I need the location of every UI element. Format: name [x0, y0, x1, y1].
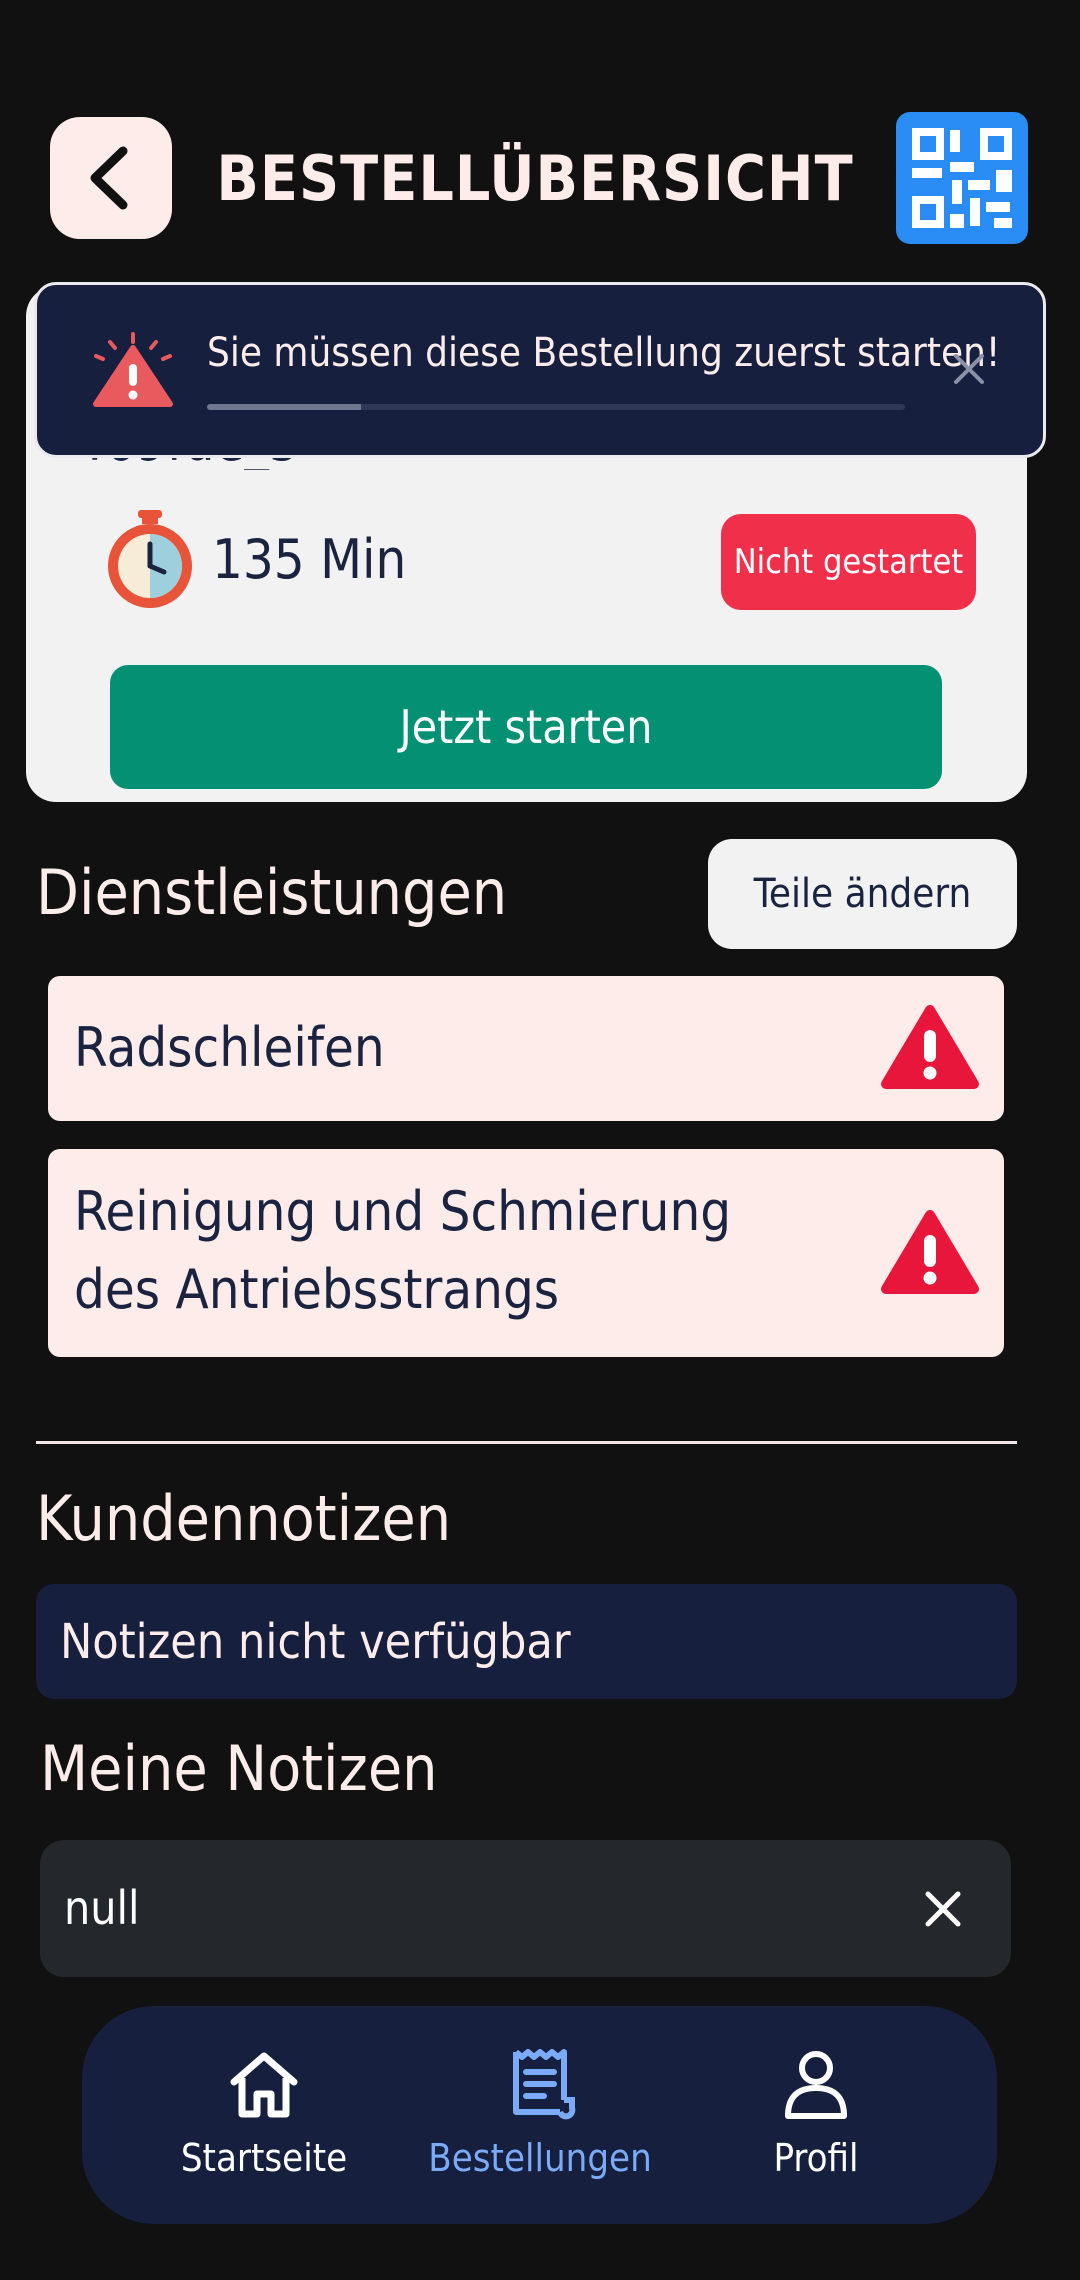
- my-notes-title: Meine Notizen: [40, 1732, 438, 1805]
- close-icon[interactable]: [944, 344, 994, 394]
- service-label: Reinigung und Schmierung: [74, 1180, 732, 1243]
- service-item[interactable]: Radschleifen: [48, 976, 1004, 1121]
- chevron-left-icon: [90, 146, 128, 210]
- user-icon: [785, 2051, 847, 2119]
- divider: [36, 1441, 1017, 1444]
- change-parts-button[interactable]: Teile ändern: [708, 839, 1017, 949]
- warning-icon: [881, 1210, 979, 1294]
- back-button[interactable]: [50, 117, 172, 239]
- nav-item-profile[interactable]: Profil: [696, 2040, 936, 2200]
- toast-message: Sie müssen diese Bestellung zuerst start…: [207, 330, 1001, 376]
- nav-label-orders: Bestellungen: [428, 2136, 652, 2180]
- receipt-icon: [513, 2049, 576, 2120]
- qr-code-icon: [912, 128, 1012, 228]
- customer-notes-title: Kundennotizen: [36, 1482, 452, 1555]
- home-icon: [230, 2052, 298, 2118]
- customer-notes-text: Notizen nicht verfügbar: [60, 1614, 571, 1670]
- order-duration: 135 Min: [212, 528, 407, 591]
- start-now-button[interactable]: Jetzt starten: [110, 665, 942, 789]
- service-label: des Antriebsstrangs: [74, 1258, 560, 1321]
- alarm-warning-icon: [93, 332, 173, 407]
- qr-code-button[interactable]: [896, 112, 1028, 244]
- my-notes-value[interactable]: null: [64, 1876, 139, 1940]
- nav-label-profile: Profil: [773, 2136, 859, 2180]
- page-title: BESTELLÜBERSICHT: [216, 141, 854, 215]
- nav-item-home[interactable]: Startseite: [144, 2040, 384, 2200]
- services-title: Dienstleistungen: [36, 856, 508, 929]
- clear-icon[interactable]: [918, 1884, 968, 1934]
- status-badge: Nicht gestartet: [721, 514, 976, 610]
- nav-item-orders[interactable]: Bestellungen: [420, 2040, 660, 2200]
- service-label: Radschleifen: [74, 1016, 385, 1079]
- my-notes-input[interactable]: [40, 1840, 1011, 1977]
- service-item[interactable]: Reinigung und Schmierung des Antriebsstr…: [48, 1149, 1004, 1357]
- toast-progress-fill: [207, 404, 361, 410]
- nav-label-home: Startseite: [180, 2136, 348, 2180]
- warning-icon: [881, 1005, 979, 1089]
- stopwatch-icon: [108, 510, 192, 608]
- toast-progress-bar: [207, 404, 905, 410]
